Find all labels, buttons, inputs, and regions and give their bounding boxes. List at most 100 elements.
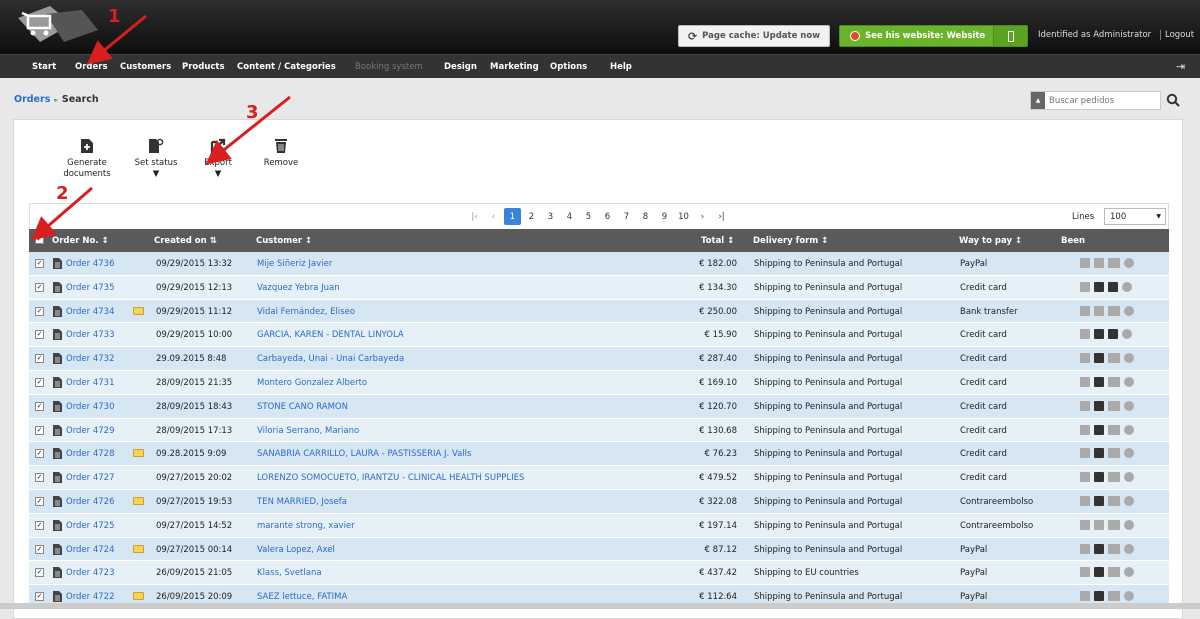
next-page-icon[interactable]: › [694,208,711,225]
truck-icon[interactable] [1108,424,1120,435]
check-circle-icon[interactable] [1124,519,1134,530]
row-checkbox[interactable]: ✓ [35,425,44,435]
truck-icon[interactable] [1108,519,1120,530]
export-button[interactable]: Export ▼ [198,138,238,180]
nav-customers[interactable]: Customers [120,62,171,72]
truck-icon[interactable] [1108,448,1120,459]
order-link[interactable]: Order 4732 [66,354,115,364]
customer-link[interactable]: Klass, Svetlana [257,568,322,578]
flag-icon[interactable] [1108,329,1118,340]
row-checkbox[interactable]: ✓ [35,259,44,268]
row-checkbox[interactable]: ✓ [35,473,44,483]
truck-icon[interactable] [1108,472,1120,483]
nav-start[interactable]: Start [32,62,56,72]
search-icon[interactable] [1166,93,1180,107]
document-icon[interactable] [53,567,62,579]
col-customer[interactable]: Customer ↕ [256,236,312,246]
order-link[interactable]: Order 4726 [66,497,115,507]
document-icon[interactable] [53,400,62,412]
set-status-button[interactable]: Set status ▼ [128,138,184,180]
truck-icon[interactable] [1108,591,1120,602]
invoice-icon[interactable] [1094,329,1104,340]
page-link[interactable]: 6 [599,208,616,225]
document-icon[interactable] [53,591,62,603]
invoice-icon[interactable] [1094,495,1104,506]
nav-help[interactable]: Help [610,62,632,72]
order-link[interactable]: Order 4729 [66,426,115,436]
document-icon[interactable] [1080,376,1090,387]
document-icon[interactable] [53,448,62,460]
row-checkbox[interactable]: ✓ [35,544,44,554]
customer-link[interactable]: Vazquez Yebra Juan [257,283,340,293]
select-all-checkbox[interactable]: ✓ [35,235,44,244]
order-link[interactable]: Order 4727 [66,473,115,483]
document-icon[interactable] [1080,281,1090,292]
order-link[interactable]: Order 4731 [66,378,115,388]
document-icon[interactable] [53,495,62,507]
check-circle-icon[interactable] [1124,591,1134,602]
page-link[interactable]: 5 [580,208,597,225]
nav-products[interactable]: Products [182,62,225,72]
page-link[interactable]: 1 [504,208,521,225]
invoice-icon[interactable] [1094,448,1104,459]
remove-button[interactable]: Remove [261,138,301,169]
document-icon[interactable] [1080,424,1090,435]
document-icon[interactable] [1080,400,1090,411]
customer-link[interactable]: Montero Gonzalez Alberto [257,378,367,388]
row-checkbox[interactable]: ✓ [35,520,44,530]
truck-icon[interactable] [1108,543,1120,554]
customer-link[interactable]: Vidal Fernández, Eliseo [257,307,355,317]
customer-link[interactable]: TEN MARRIED, Josefa [257,497,347,507]
order-link[interactable]: Order 4724 [66,545,115,555]
invoice-icon[interactable] [1094,376,1104,387]
check-circle-icon[interactable] [1124,567,1134,578]
row-checkbox[interactable]: ✓ [35,306,44,316]
exit-icon[interactable]: ⇥ [1176,60,1185,73]
document-icon[interactable] [53,472,62,484]
truck-icon[interactable] [1108,495,1120,506]
page-link[interactable]: 2 [523,208,540,225]
row-checkbox[interactable]: ✓ [35,401,44,411]
customer-link[interactable]: LORENZO SOMOCUETO, IRANTZU - CLINICAL HE… [257,473,524,483]
order-link[interactable]: Order 4725 [66,521,115,531]
truck-icon[interactable] [1108,353,1120,364]
invoice-icon[interactable] [1094,472,1104,483]
page-link[interactable]: 10 [675,208,692,225]
page-link[interactable]: 8 [637,208,654,225]
document-icon[interactable] [53,329,62,341]
shop-logo-icon[interactable] [12,2,102,50]
note-icon[interactable] [133,544,144,553]
breadcrumb-orders[interactable]: Orders [14,94,50,105]
col-way-to-pay[interactable]: Way to pay ↕ [959,236,1022,246]
document-icon[interactable] [53,376,62,388]
truck-icon[interactable] [1108,400,1120,411]
col-order-no[interactable]: Order No. ↕ [52,236,109,246]
col-created-on[interactable]: Created on ⇅ [154,236,217,246]
document-icon[interactable] [53,305,62,317]
document-icon[interactable] [53,543,62,555]
truck-icon[interactable] [1108,305,1120,316]
truck-icon[interactable] [1108,258,1120,268]
check-circle-icon[interactable] [1122,329,1132,340]
note-icon[interactable] [133,306,144,315]
document-icon[interactable] [1080,353,1090,364]
nav-content-categories[interactable]: Content / Categories [237,62,336,72]
invoice-icon[interactable] [1094,258,1104,268]
customer-link[interactable]: Carbayeda, Unai - Unai Carbayeda [257,354,404,364]
col-delivery[interactable]: Delivery form ↕ [753,236,828,246]
search-dropdown-icon[interactable]: ▲ [1031,92,1045,109]
customer-link[interactable]: Mije Siñeriz Javier [257,259,332,269]
truck-icon[interactable] [1108,567,1120,578]
row-checkbox[interactable]: ✓ [35,330,44,340]
document-icon[interactable] [1080,543,1090,554]
prev-page-icon[interactable]: ‹ [485,208,502,225]
check-circle-icon[interactable] [1124,543,1134,554]
document-icon[interactable] [1080,567,1090,578]
order-link[interactable]: Order 4734 [66,307,115,317]
check-circle-icon[interactable] [1122,281,1132,292]
row-checkbox[interactable]: ✓ [35,354,44,364]
page-cache-button[interactable]: ⟳ Page cache: Update now [678,25,830,47]
order-link[interactable]: Order 4735 [66,283,115,293]
invoice-icon[interactable] [1094,591,1104,602]
truck-icon[interactable] [1108,376,1120,387]
